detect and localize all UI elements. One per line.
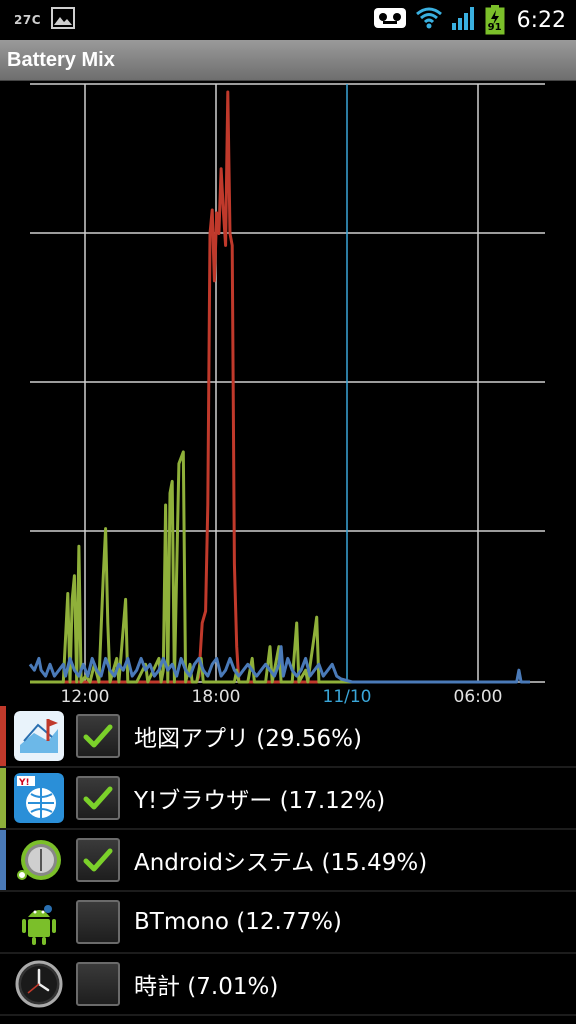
app-list-item[interactable]: Y! Y!ブラウザー (17.12%) [0,768,576,830]
x-tick-label: 18:00 [192,687,241,707]
app-checkbox[interactable] [76,962,120,1006]
battery-usage-chart[interactable]: 12:00 18:00 11/10 06:00 [0,82,576,708]
x-tick-label: 06:00 [454,687,503,707]
series-color-bar [0,706,6,766]
app-list-item[interactable]: BTmono (12.77%) [0,892,576,954]
app-checkbox[interactable] [76,838,120,882]
android-system-icon [14,835,64,885]
status-bar: 27C 91 6:22 [0,0,576,40]
clock-text: 6:22 [516,7,566,33]
clock-icon [14,959,64,1009]
battery-level-text: 91 [487,22,502,33]
series-color-bar [0,830,6,890]
app-checkbox[interactable] [76,900,120,944]
app-label: BTmono (12.77%) [134,909,342,935]
wifi-icon [415,6,443,34]
map-app-icon [14,711,64,761]
x-tick-label: 11/10 [323,687,372,707]
image-icon [51,7,76,33]
voicemail-icon [373,6,407,34]
chart-svg: 12:00 18:00 11/10 06:00 [28,83,545,707]
series-color-bar [0,768,6,828]
series-color-bar [0,892,6,952]
app-checkbox[interactable] [76,776,120,820]
signal-icon [451,5,477,35]
title-bar: Battery Mix [0,40,576,81]
app-label: 時計 (7.01%) [134,974,279,1000]
app-checkbox[interactable] [76,714,120,758]
x-tick-label: 12:00 [61,687,110,707]
app-list-item[interactable]: 時計 (7.01%) [0,954,576,1016]
svg-text:Y!: Y! [18,778,30,788]
series-color-bar [0,954,6,1014]
app-list-item[interactable]: 地図アプリ (29.56%) [0,706,576,768]
android-robot-icon [14,897,64,947]
app-list-item[interactable]: Androidシステム (15.49%) [0,830,576,892]
battery-icon: 91 [485,5,505,35]
yahoo-browser-icon: Y! [14,773,64,823]
app-title: Battery Mix [7,48,115,71]
app-label: Androidシステム (15.49%) [134,850,428,876]
series-line-2 [30,450,353,684]
app-label: Y!ブラウザー (17.12%) [134,788,386,814]
app-label: 地図アプリ (29.56%) [134,726,362,752]
app-list: 地図アプリ (29.56%) Y! Y!ブラウザー (17.12%) Androidシ… [0,706,576,1016]
temperature-text: 27C [14,13,42,27]
